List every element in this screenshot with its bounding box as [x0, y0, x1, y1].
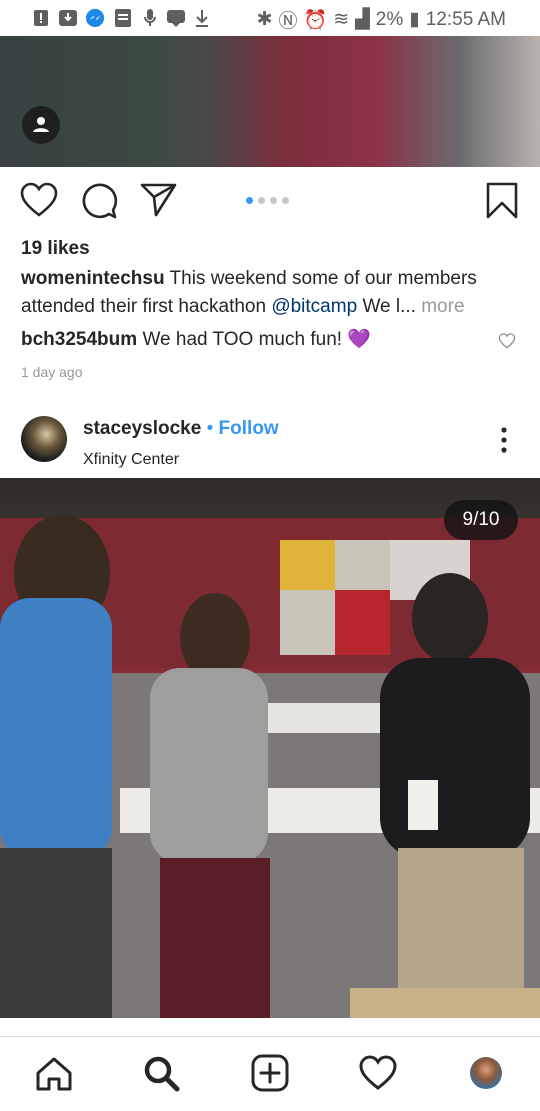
carousel-dot — [258, 197, 265, 204]
caption-line-2: attended their first hackathon @bitcamp … — [21, 293, 465, 321]
carousel-indicator — [246, 197, 289, 204]
person-pants — [160, 858, 270, 1018]
tagged-users-button[interactable] — [22, 106, 60, 144]
caption-text: This weekend some of our members — [169, 268, 477, 289]
table — [260, 703, 400, 733]
bluetooth-icon: ✱ — [256, 9, 273, 30]
share-icon[interactable] — [140, 182, 178, 218]
post-header: staceyslocke • Follow — [83, 415, 279, 443]
caption-text: We l... — [362, 296, 416, 317]
separator-dot: • — [206, 418, 214, 439]
caption-mention[interactable]: @bitcamp — [271, 296, 357, 317]
person-pants — [0, 848, 112, 1018]
document-icon — [115, 9, 131, 27]
avatar[interactable] — [21, 416, 67, 462]
carousel-dot — [282, 197, 289, 204]
comment-like-heart-icon[interactable] — [498, 333, 516, 349]
person-shirt — [150, 668, 268, 863]
home-icon[interactable] — [34, 1053, 74, 1093]
post-location[interactable]: Xfinity Center — [83, 446, 179, 474]
comment: bch3254bum We had TOO much fun! 💜 — [21, 326, 371, 354]
flag-quarter — [335, 590, 390, 655]
caption-text: attended their first hackathon — [21, 296, 267, 317]
caption-line-1: womenintechsu This weekend some of our m… — [21, 265, 477, 293]
alert-icon — [34, 10, 48, 26]
likes-count[interactable]: 19 likes — [21, 235, 90, 263]
person-head — [412, 573, 488, 663]
nfc-icon: Ⓝ — [278, 11, 298, 32]
post-timestamp: 1 day ago — [21, 364, 83, 380]
comment-username[interactable]: bch3254bum — [21, 329, 137, 350]
follow-button[interactable]: Follow — [219, 418, 279, 439]
cup — [408, 780, 438, 830]
bookmark-icon[interactable] — [486, 182, 518, 220]
status-right: ✱ Ⓝ ⏰ ≋ ▟ 2% ▮ 12:55 AM — [257, 6, 506, 33]
activity-heart-icon[interactable] — [358, 1053, 398, 1093]
photo-illustration — [0, 515, 540, 1018]
comment-text: We had TOO much fun! 💜 — [142, 329, 371, 350]
like-heart-icon[interactable] — [20, 182, 58, 218]
post-photo[interactable] — [0, 478, 540, 1018]
person-shirt — [0, 598, 112, 858]
microphone-icon — [144, 9, 156, 26]
carousel-counter: 9/10 — [444, 500, 518, 540]
new-post-icon[interactable] — [250, 1053, 290, 1093]
profile-avatar[interactable] — [470, 1057, 502, 1089]
download-icon — [196, 10, 208, 27]
more-options-icon[interactable] — [495, 426, 513, 454]
chat-icon — [167, 10, 185, 27]
clock: 12:55 AM — [425, 8, 506, 30]
messenger-icon — [85, 8, 105, 28]
carousel-dot — [270, 197, 277, 204]
battery-percent: 2% — [375, 8, 404, 30]
signal-icon: ▟ — [355, 9, 370, 30]
status-bar: ✱ Ⓝ ⏰ ≋ ▟ 2% ▮ 12:55 AM — [0, 0, 540, 36]
download-box-icon — [59, 10, 77, 26]
wifi-icon: ≋ — [333, 9, 350, 30]
carousel-dot-active — [246, 197, 253, 204]
post-photo[interactable] — [0, 36, 540, 167]
comment-icon[interactable] — [80, 182, 118, 220]
person-jacket — [380, 658, 530, 858]
person-icon — [33, 117, 49, 132]
search-icon[interactable] — [141, 1053, 181, 1093]
alarm-icon: ⏰ — [303, 9, 328, 31]
caption-username[interactable]: womenintechsu — [21, 268, 165, 289]
box — [350, 988, 540, 1018]
post-username[interactable]: staceyslocke — [83, 418, 201, 439]
bottom-navigation — [0, 1036, 540, 1111]
caption-more-link[interactable]: more — [421, 296, 464, 317]
flag-quarter — [280, 540, 335, 590]
battery-icon: ▮ — [409, 9, 420, 30]
